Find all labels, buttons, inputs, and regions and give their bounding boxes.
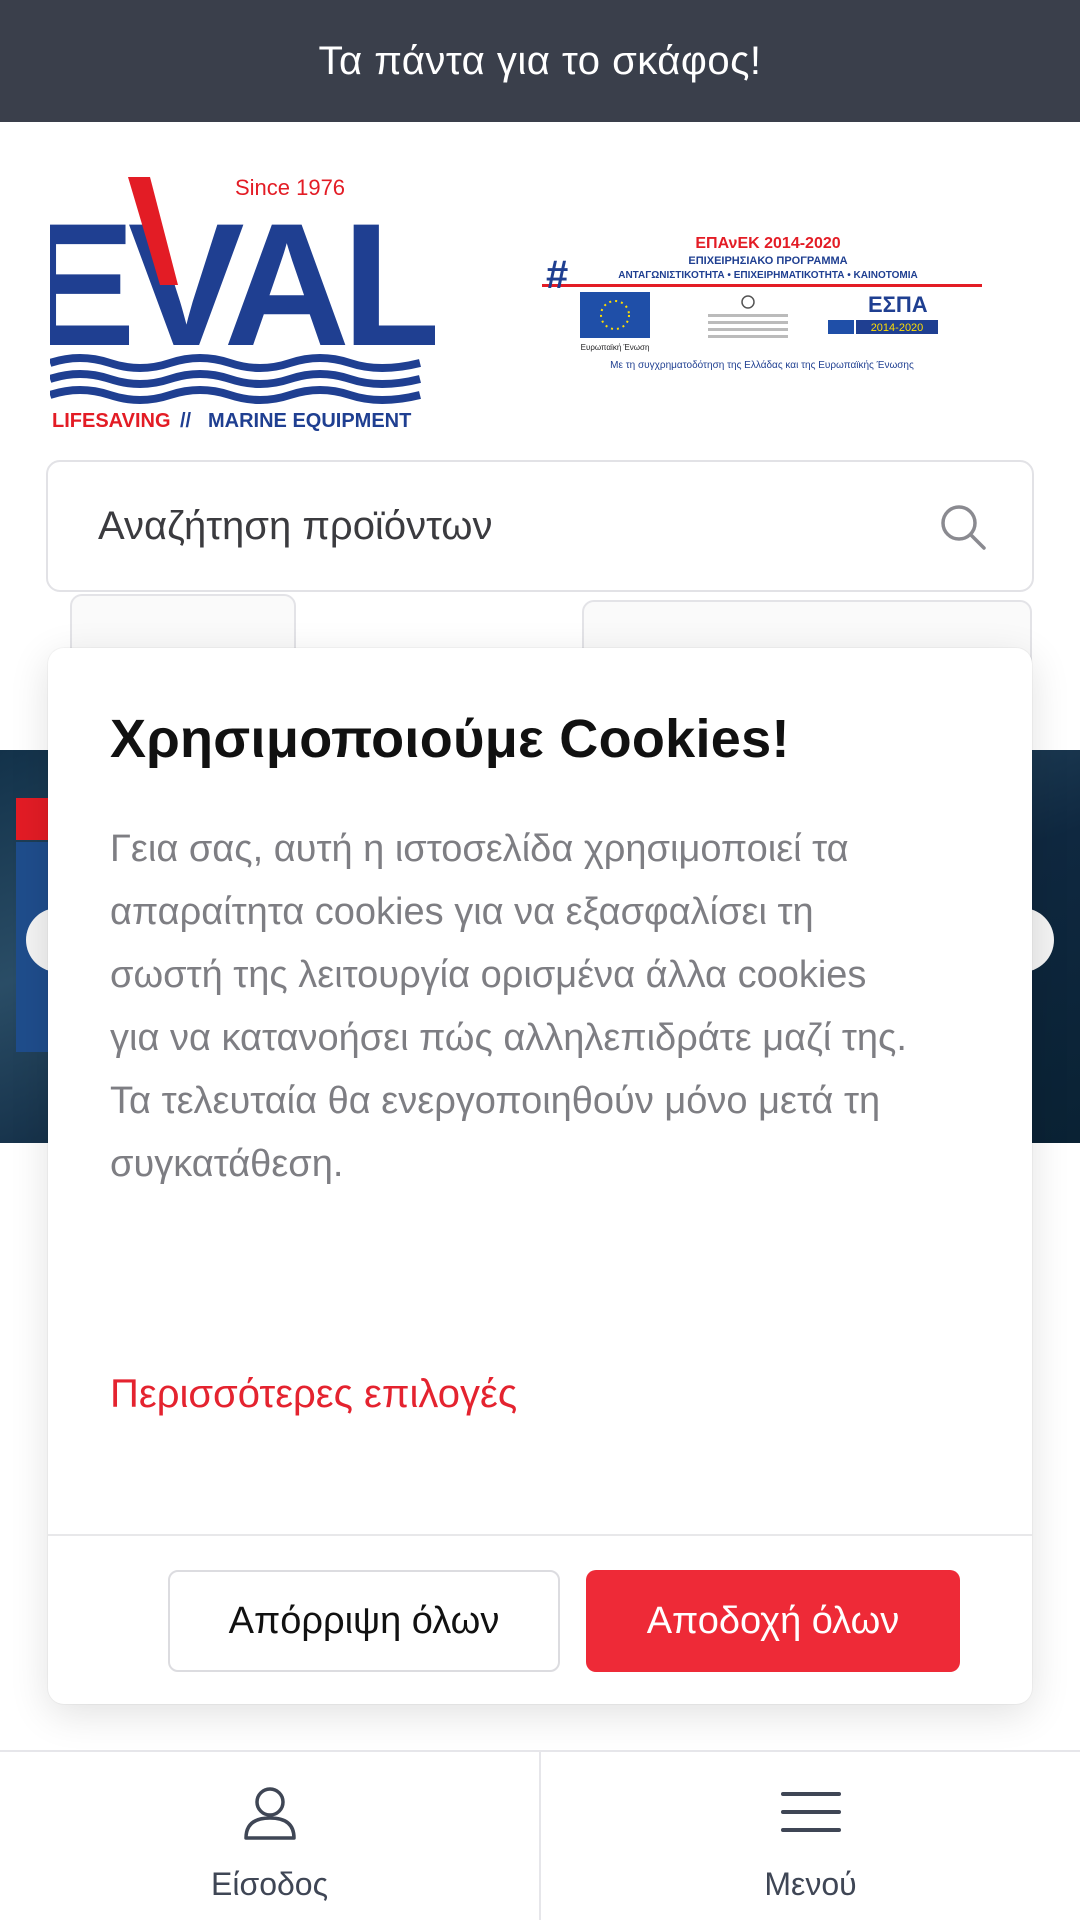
modal-divider <box>48 1534 1032 1536</box>
search-icon[interactable] <box>938 502 988 552</box>
logo-subtitle-sep: // <box>180 410 192 432</box>
nav-login[interactable]: Είσοδος <box>0 1752 539 1920</box>
cookie-modal-title: Χρησιμοποιούμε Cookies! <box>110 709 790 769</box>
espa-eu-label: Ευρωπαϊκή Ένωση <box>581 343 650 352</box>
logo-subtitle-left: LIFESAVING <box>52 410 171 432</box>
espa-banner[interactable]: ΕΠΑνΕΚ 2014-2020 ΕΠΙΧΕΙΡΗΣΙΑΚΟ ΠΡΟΓΡΑΜΜΑ… <box>538 226 986 378</box>
top-announcement-bar: Τα πάντα για το σκάφος! <box>0 0 1080 122</box>
user-icon <box>243 1787 296 1840</box>
logo-brand: EVAL <box>50 188 435 383</box>
espa-line1: ΕΠΙΧΕΙΡΗΣΙΑΚΟ ΠΡΟΓΡΑΜΜΑ <box>688 255 847 267</box>
nav-menu-label: Μενού <box>764 1866 857 1902</box>
espa-line2: ΑΝΤΑΓΩΝΙΣΤΙΚΟΤΗΤΑ • ΕΠΙΧΕΙΡΗΜΑΤΙΚΟΤΗΤΑ •… <box>618 270 918 281</box>
hamburger-menu-icon <box>780 1792 841 1832</box>
espa-years: 2014-2020 <box>871 322 924 334</box>
hero-red-block <box>16 798 50 840</box>
cookie-consent-modal: Χρησιμοποιούμε Cookies! Γεια σας, αυτή η… <box>48 648 1032 1704</box>
eval-logo[interactable]: Since 1976 EVAL LIFESAVING // MARINE EQU… <box>19 165 452 435</box>
more-options-link[interactable]: Περισσότερες επιλογές <box>110 1372 517 1417</box>
cookie-modal-body: Γεια σας, αυτή η ιστοσελίδα χρησιμοποιεί… <box>110 828 907 1185</box>
espa-label: ΕΣΠΑ <box>868 292 928 317</box>
espa-footer: Με τη συγχρηματοδότηση της Ελλάδας και τ… <box>610 359 914 371</box>
search-input[interactable]: Αναζήτηση προϊόντων <box>98 504 493 549</box>
reject-all-button[interactable]: Απόρριψη όλων <box>168 1570 560 1672</box>
svg-text:#: # <box>546 253 568 297</box>
tagline-text: Τα πάντα για το σκάφος! <box>318 38 762 83</box>
bottom-navigation: Είσοδος Μενού <box>0 1750 1080 1920</box>
espa-title: ΕΠΑνΕΚ 2014-2020 <box>695 235 840 252</box>
accept-all-button[interactable]: Αποδοχή όλων <box>586 1570 960 1672</box>
product-search-bar[interactable]: Αναζήτηση προϊόντων <box>46 460 1034 592</box>
nav-menu[interactable]: Μενού <box>539 1752 1080 1920</box>
logo-subtitle-right: MARINE EQUIPMENT <box>208 410 411 432</box>
nav-login-label: Είσοδος <box>210 1866 329 1902</box>
